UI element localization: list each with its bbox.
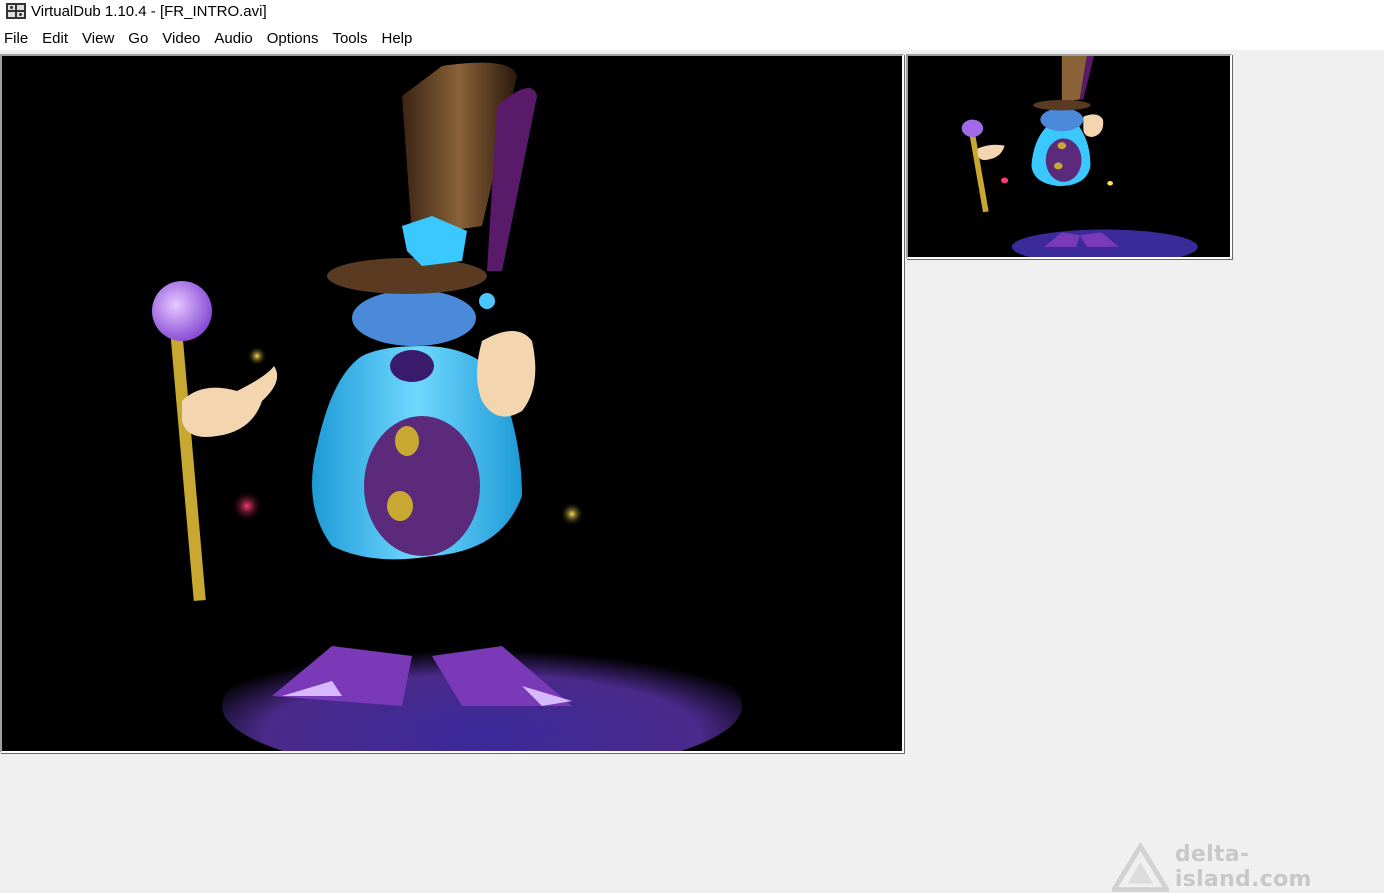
- menu-video[interactable]: Video: [155, 22, 207, 50]
- menu-go[interactable]: Go: [121, 22, 155, 50]
- menu-tools[interactable]: Tools: [325, 22, 374, 50]
- output-video-pane[interactable]: [906, 54, 1232, 259]
- watermark: delta-island.com: [1112, 842, 1382, 892]
- virtualdub-film-icon[interactable]: [5, 1, 27, 21]
- triangle-logo-icon: [1112, 842, 1169, 892]
- video-frame-magician-filtered: [908, 56, 1230, 257]
- menu-audio[interactable]: Audio: [207, 22, 259, 50]
- menu-help[interactable]: Help: [375, 22, 420, 50]
- window-title: VirtualDub 1.10.4 - [FR_INTRO.avi]: [31, 2, 267, 20]
- input-video-pane[interactable]: [0, 54, 904, 753]
- watermark-text: delta-island.com: [1174, 842, 1312, 892]
- title-bar: VirtualDub 1.10.4 - [FR_INTRO.avi]: [0, 0, 1384, 22]
- menu-view[interactable]: View: [75, 22, 121, 50]
- video-frame-magician: [2, 56, 902, 751]
- menu-bar: File Edit View Go Video Audio Options To…: [0, 22, 1384, 50]
- menu-edit[interactable]: Edit: [35, 22, 75, 50]
- menu-file[interactable]: File: [0, 22, 35, 50]
- menu-options[interactable]: Options: [260, 22, 326, 50]
